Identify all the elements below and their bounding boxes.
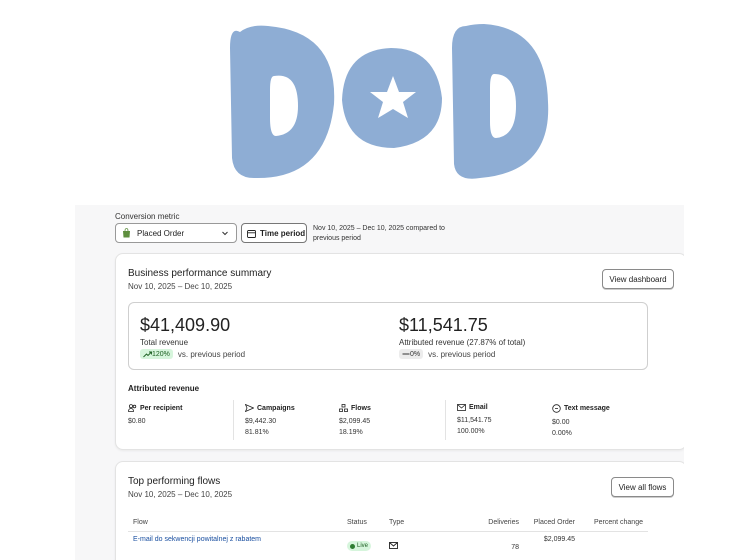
column-header-placed-order[interactable]: Placed Order xyxy=(524,515,580,532)
mail-icon xyxy=(457,404,466,411)
analytics-dashboard: Conversion metric Placed Order Time peri… xyxy=(75,205,684,560)
stat-flows: Flows $2,099.45 18.19% xyxy=(339,404,371,442)
stat-campaigns: Campaigns $9,442.30 81.81% xyxy=(245,404,295,442)
total-revenue-value: $41,409.90 xyxy=(140,315,231,335)
delta-up-pill: 120% xyxy=(140,349,173,359)
flows-table: Flow Status Type Deliveries Placed Order… xyxy=(128,515,648,551)
conversion-metric-value: Placed Order xyxy=(137,228,185,238)
total-revenue-label: Total revenue xyxy=(140,338,189,347)
stat-value: $0.00 xyxy=(552,419,570,426)
shopify-icon xyxy=(123,228,130,238)
percent-change-cell xyxy=(580,531,648,551)
stat-label: Text message xyxy=(564,405,610,412)
stat-percent: 81.81% xyxy=(245,429,269,436)
stat-text-message: Text message $0.00 0.00% xyxy=(552,404,610,442)
revenue-box: $41,409.90 Total revenue 120% vs. previo… xyxy=(128,302,648,370)
card-date-range: Nov 10, 2025 – Dec 10, 2025 xyxy=(128,282,233,291)
card-title: Top performing flows xyxy=(128,476,221,487)
conversion-metric-select[interactable]: Placed Order xyxy=(115,223,237,243)
stat-label: Per recipient xyxy=(140,404,183,412)
time-period-button[interactable]: Time period xyxy=(241,223,307,243)
stat-label: Email xyxy=(469,404,488,411)
column-header-percent-change[interactable]: Percent change xyxy=(580,515,648,532)
stat-percent: 0.00% xyxy=(552,430,572,437)
delta-text: vs. previous period xyxy=(428,349,496,359)
stat-label: Flows xyxy=(351,404,371,412)
delta-value: 0% xyxy=(410,350,421,358)
table-header-row: Flow Status Type Deliveries Placed Order… xyxy=(128,515,648,532)
dash-icon xyxy=(402,353,410,355)
flow-name-link[interactable]: E-mail do sekwencji powitalnej z rabatem xyxy=(133,536,261,543)
status-text: Live xyxy=(357,543,369,549)
stat-percent: 18.19% xyxy=(339,429,363,436)
column-header-type[interactable]: Type xyxy=(384,515,444,532)
send-icon xyxy=(245,404,254,412)
attributed-revenue-label: Attributed revenue (27.87% of total) xyxy=(399,338,526,347)
time-period-label: Time period xyxy=(260,228,306,238)
attributed-revenue-title: Attributed revenue xyxy=(128,384,200,393)
chevron-down-icon xyxy=(222,231,228,236)
status-badge: Live xyxy=(347,541,372,551)
total-revenue-delta: 120% vs. previous period xyxy=(140,349,245,359)
attributed-revenue-delta: 0% vs. previous period xyxy=(399,349,495,359)
column-header-status[interactable]: Status xyxy=(342,515,384,532)
placed-order-cell: $2,099.45 xyxy=(543,535,575,543)
stat-per-recipient: Per recipient $0.80 xyxy=(128,404,182,442)
period-comparison-text: Nov 10, 2025 – Dec 10, 2025 compared to … xyxy=(313,225,445,242)
top-flows-card: Top performing flows Nov 10, 2025 – Dec … xyxy=(115,461,684,560)
delta-text: vs. previous period xyxy=(177,349,246,359)
attributed-revenue-value: $11,541.75 xyxy=(399,315,488,335)
stat-percent: 100.00% xyxy=(457,428,485,435)
stat-value: $9,442.30 xyxy=(245,418,277,425)
view-dashboard-button[interactable]: View dashboard xyxy=(602,269,674,289)
stat-value: $11,541.75 xyxy=(457,417,492,424)
card-date-range: Nov 10, 2025 – Dec 10, 2025 xyxy=(128,490,233,499)
people-icon xyxy=(128,404,137,412)
divider xyxy=(445,400,446,440)
stat-label: Campaigns xyxy=(257,404,295,412)
delta-value: 120% xyxy=(152,350,170,358)
business-performance-card: Business performance summary Nov 10, 202… xyxy=(115,253,684,450)
stat-value: $0.80 xyxy=(128,418,146,425)
view-all-flows-button[interactable]: View all flows xyxy=(611,477,674,497)
trend-up-icon xyxy=(143,351,152,357)
stat-value: $2,099.45 xyxy=(339,418,371,425)
flow-icon xyxy=(339,404,348,412)
column-header-flow[interactable]: Flow xyxy=(128,515,342,532)
chat-icon xyxy=(552,404,561,413)
stat-email: Email $11,541.75 100.00% xyxy=(457,404,492,442)
live-dot xyxy=(350,543,355,549)
conversion-metric-label: Conversion metric xyxy=(115,212,180,221)
delta-flat-pill: 0% xyxy=(399,349,424,359)
divider xyxy=(233,400,234,440)
card-title: Business performance summary xyxy=(128,268,272,279)
calendar-icon xyxy=(247,229,256,238)
mail-icon xyxy=(389,542,398,549)
dod-logo xyxy=(228,18,554,184)
column-header-deliveries[interactable]: Deliveries xyxy=(444,515,524,532)
table-row[interactable]: E-mail do sekwencji powitalnej z rabatem… xyxy=(128,531,648,551)
deliveries-cell: 78 xyxy=(511,544,519,551)
